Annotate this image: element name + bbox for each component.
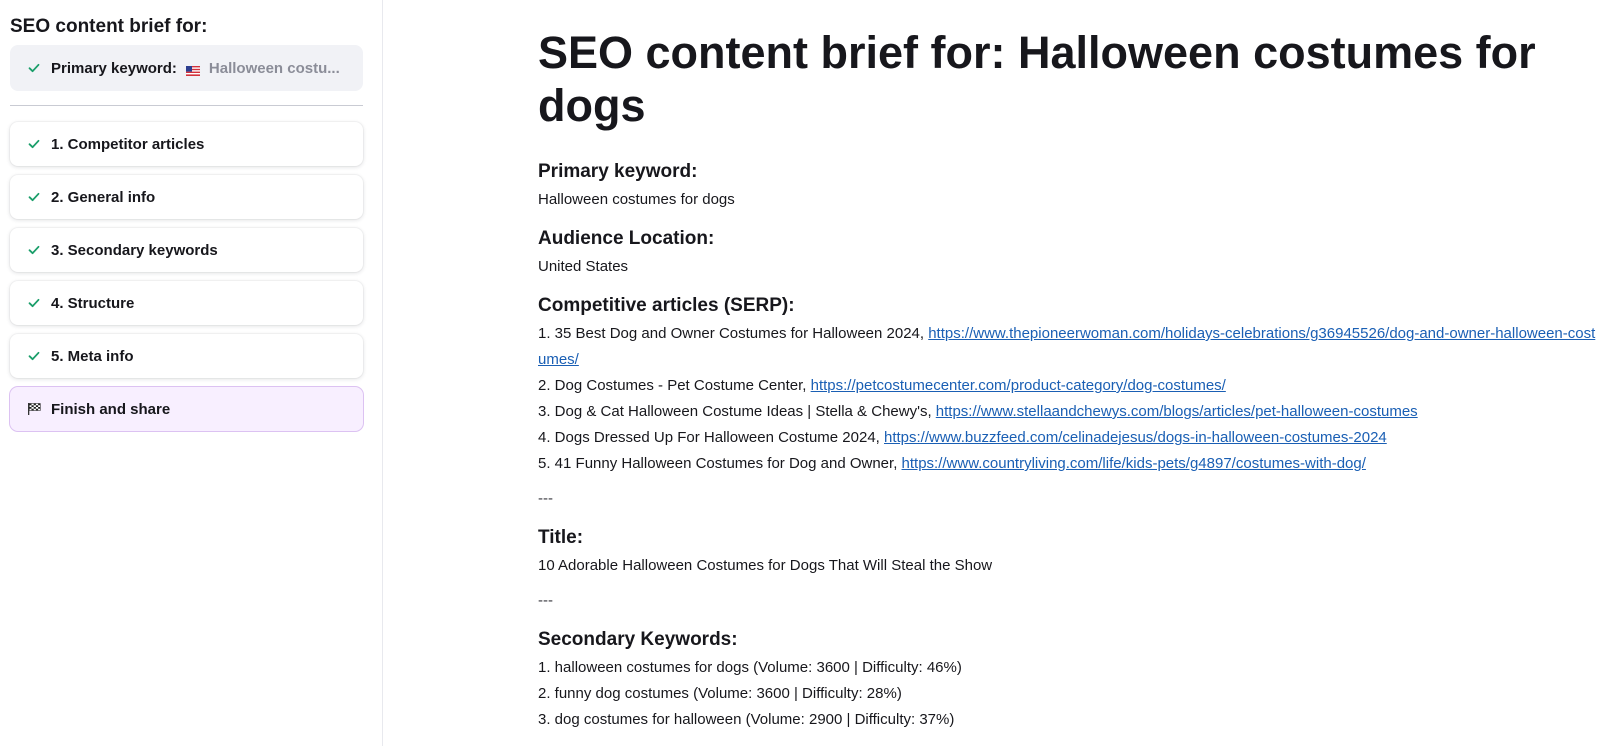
competitive-section: Competitive articles (SERP): 1. 35 Best …	[538, 294, 1600, 477]
checkered-flag-icon	[27, 402, 42, 416]
step-label: 4. Structure	[51, 294, 135, 312]
section-heading: Audience Location:	[538, 228, 715, 249]
step-competitor-articles[interactable]: 1. Competitor articles	[10, 122, 363, 166]
step-finish-and-share[interactable]: Finish and share	[10, 387, 363, 431]
article-title: 1. 35 Best Dog and Owner Costumes for Ha…	[538, 325, 929, 342]
title-text: 10 Adorable Halloween Costumes for Dogs …	[538, 557, 993, 574]
brief-content: SEO content brief for: Halloween costume…	[538, 0, 1600, 746]
primary-keyword-box[interactable]: Primary keyword: Halloween costu...	[10, 45, 363, 91]
list-item: 2. Dog Costumes - Pet Costume Center, ht…	[538, 373, 1600, 399]
article-title: 2. Dog Costumes - Pet Costume Center,	[538, 377, 811, 394]
title-section: Title: 10 Adorable Halloween Costumes fo…	[538, 526, 1600, 579]
us-flag-icon	[185, 63, 200, 76]
list-item: 3. dog costumes for halloween (Volume: 2…	[538, 711, 955, 728]
audience-location-text: United States	[538, 258, 629, 275]
step-label: 1. Competitor articles	[51, 135, 205, 153]
list-item: 4. Dogs Dressed Up For Halloween Costume…	[538, 425, 1600, 451]
sidebar: SEO content brief for: Primary keyword: …	[0, 0, 383, 746]
check-icon	[27, 296, 41, 310]
article-title: 4. Dogs Dressed Up For Halloween Costume…	[538, 429, 884, 446]
list-item: 1. halloween costumes for dogs (Volume: …	[538, 659, 962, 676]
step-label: Finish and share	[51, 400, 171, 418]
step-label: 2. General info	[51, 188, 156, 206]
section-heading: Secondary Keywords:	[538, 629, 738, 650]
step-meta-info[interactable]: 5. Meta info	[10, 334, 363, 378]
list-item: 5. 41 Funny Halloween Costumes for Dog a…	[538, 451, 1600, 477]
sidebar-divider	[10, 105, 363, 106]
article-link[interactable]: https://petcostumecenter.com/product-cat…	[811, 377, 1226, 394]
step-structure[interactable]: 4. Structure	[10, 281, 363, 325]
separator: ---	[538, 490, 553, 507]
section-heading: Competitive articles (SERP):	[538, 295, 795, 316]
step-secondary-keywords[interactable]: 3. Secondary keywords	[10, 228, 363, 272]
check-icon	[27, 137, 41, 151]
primary-keyword-section: Primary keyword: Halloween costumes for …	[538, 160, 1600, 213]
list-item: 2. funny dog costumes (Volume: 3600 | Di…	[538, 685, 902, 702]
check-icon	[27, 243, 41, 257]
primary-keyword-text: Halloween costumes for dogs	[538, 191, 735, 208]
page-title: SEO content brief for: Halloween costume…	[538, 27, 1536, 131]
step-general-info[interactable]: 2. General info	[10, 175, 363, 219]
check-icon	[27, 190, 41, 204]
article-title: 5. 41 Funny Halloween Costumes for Dog a…	[538, 455, 902, 472]
step-label: 3. Secondary keywords	[51, 241, 218, 259]
audience-section: Audience Location: United States	[538, 227, 1600, 280]
primary-keyword-label: Primary keyword:	[51, 59, 177, 77]
primary-keyword-value: Halloween costu...	[208, 59, 340, 77]
list-item: 3. Dog & Cat Halloween Costume Ideas | S…	[538, 399, 1600, 425]
sidebar-title: SEO content brief for:	[10, 16, 208, 37]
separator: ---	[538, 592, 553, 609]
check-icon	[27, 349, 41, 363]
list-item: 1. 35 Best Dog and Owner Costumes for Ha…	[538, 321, 1600, 373]
check-icon	[27, 61, 41, 75]
article-link[interactable]: https://www.stellaandchewys.com/blogs/ar…	[936, 403, 1418, 420]
article-link[interactable]: https://www.countryliving.com/life/kids-…	[902, 455, 1366, 472]
article-title: 3. Dog & Cat Halloween Costume Ideas | S…	[538, 403, 936, 420]
article-link[interactable]: https://www.buzzfeed.com/celinadejesus/d…	[884, 429, 1387, 446]
step-label: 5. Meta info	[51, 347, 134, 365]
section-heading: Title:	[538, 527, 584, 548]
section-heading: Primary keyword:	[538, 161, 698, 182]
secondary-keywords-section: Secondary Keywords: 1. halloween costume…	[538, 628, 1600, 733]
